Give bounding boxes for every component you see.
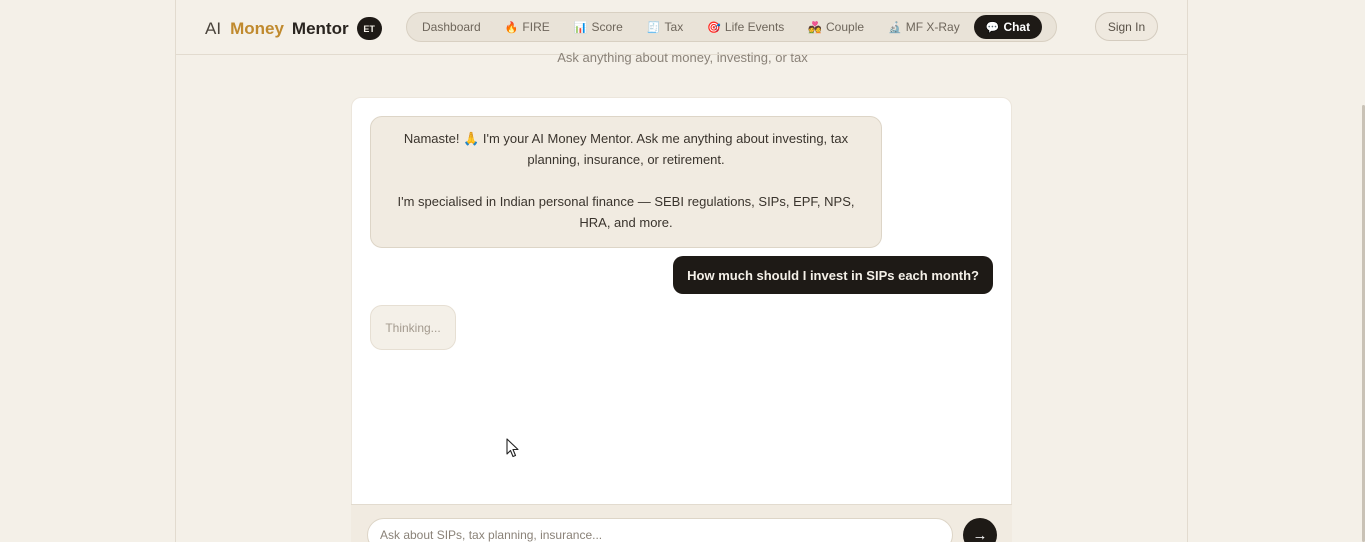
nav-label: MF X-Ray [905,20,960,34]
et-badge: ET [356,17,382,40]
logo-mentor: Mentor [291,18,349,38]
thinking-indicator: Thinking... [370,305,456,350]
logo-money: Money [230,18,284,38]
top-bar: AI Money Mentor ET Dashboard 🔥 FIRE 📊 Sc… [176,0,1187,55]
assistant-message: Namaste! 🙏 I'm your AI Money Mentor. Ask… [370,116,882,248]
chat-window[interactable]: Namaste! 🙏 I'm your AI Money Mentor. Ask… [351,97,1012,507]
logo-ai: AI [205,18,222,38]
nav-label: FIRE [522,20,550,34]
assistant-message-specialty: I'm specialised in Indian personal finan… [397,194,855,230]
nav-dashboard[interactable]: Dashboard [410,15,493,39]
nav-chat[interactable]: 💬 Chat [973,15,1043,39]
assistant-message-greeting: Namaste! 🙏 I'm your AI Money Mentor. Ask… [403,131,849,167]
nav-label: Score [591,20,623,34]
microscope-icon: 🔬 [888,21,902,34]
chart-icon: 📊 [573,21,588,34]
speech-bubble-icon: 💬 [985,21,1000,34]
nav-couple[interactable]: 💑 Couple [796,15,876,39]
chat-input[interactable] [367,518,953,542]
app-logo[interactable]: AI Money Mentor ET [205,17,382,40]
fire-icon: 🔥 [504,21,519,34]
mouse-cursor-icon [506,438,519,458]
receipt-icon: 🧾 [646,21,661,34]
user-message: How much should I invest in SIPs each mo… [673,256,993,294]
nav-label: Life Events [724,20,785,34]
send-button[interactable]: → [963,518,997,542]
nav-label: Dashboard [422,20,481,34]
arrow-right-icon: → [972,526,988,542]
composer-bar: → [351,504,1012,542]
sign-in-button[interactable]: Sign In [1095,12,1158,41]
main-nav: Dashboard 🔥 FIRE 📊 Score 🧾 Tax 🎯 Life Ev… [406,12,1057,42]
nav-score[interactable]: 📊 Score [562,15,635,39]
nav-label: Couple [826,20,865,34]
nav-life-events[interactable]: 🎯 Life Events [695,15,796,39]
nav-tax[interactable]: 🧾 Tax [635,15,695,39]
nav-fire[interactable]: 🔥 FIRE [493,15,562,39]
nav-mf-xray[interactable]: 🔬 MF X-Ray [876,15,972,39]
target-icon: 🎯 [707,21,721,34]
page-subtitle: Ask anything about money, investing, or … [557,50,808,65]
nav-label: Chat [1003,20,1031,34]
couple-icon: 💑 [808,21,822,34]
nav-label: Tax [664,20,684,34]
